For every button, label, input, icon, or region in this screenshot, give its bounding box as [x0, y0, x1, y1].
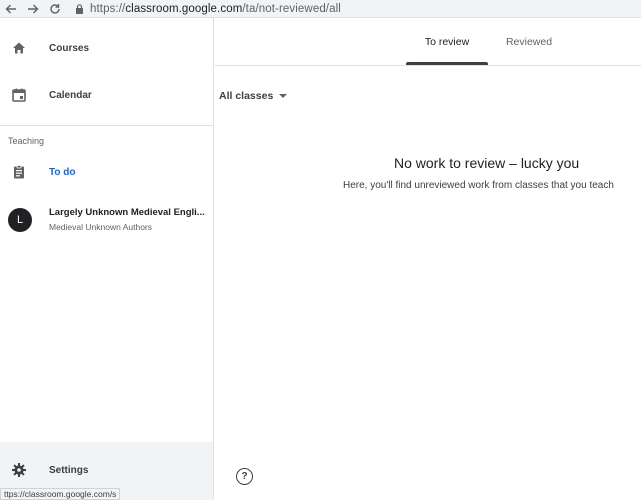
sidebar-item-label: Courses — [49, 42, 90, 54]
calendar-icon — [10, 86, 28, 104]
forward-button[interactable] — [22, 0, 44, 18]
status-bar-url: ttps://classroom.google.com/s — [0, 488, 121, 500]
gear-icon — [10, 461, 28, 479]
active-tab-indicator — [406, 62, 488, 65]
sidebar-item-todo[interactable]: To do — [0, 150, 213, 194]
sidebar-item-label: Calendar — [49, 89, 92, 101]
class-filter-dropdown[interactable]: All classes — [219, 87, 288, 105]
address-bar[interactable]: https://classroom.google.com/ta/not-revi… — [90, 3, 341, 15]
lock-icon — [72, 0, 86, 18]
url-scheme: https:// — [90, 2, 126, 15]
assignment-icon — [10, 163, 28, 181]
browser-toolbar: https://classroom.google.com/ta/not-revi… — [0, 0, 641, 18]
url-path: /ta/not-reviewed/all — [242, 2, 341, 15]
empty-state-title: No work to review – lucky you — [394, 155, 580, 171]
sidebar-item-label: Settings — [49, 464, 89, 476]
help-circle-icon: ? — [241, 471, 248, 482]
empty-state-subtitle: Here, you'll find unreviewed work from c… — [343, 180, 614, 191]
arrow-left-icon — [5, 4, 16, 13]
url-host: classroom.google.com — [125, 2, 243, 15]
arrow-right-icon — [28, 4, 39, 13]
section-heading-teaching: Teaching — [8, 136, 45, 146]
class-filter-label: All classes — [219, 90, 274, 102]
help-button[interactable]: ? — [236, 468, 253, 485]
back-button[interactable] — [0, 0, 22, 18]
class-subtitle: Medieval Unknown Authors — [49, 222, 153, 232]
reload-button[interactable] — [44, 0, 66, 18]
sidebar: Courses Calendar Teaching To do L Largel… — [0, 18, 214, 500]
sidebar-item-label: To do — [49, 166, 76, 178]
home-icon — [10, 39, 28, 57]
sidebar-divider — [0, 125, 213, 126]
sidebar-item-settings[interactable]: Settings — [0, 448, 213, 492]
tab-to-review[interactable]: To review — [406, 18, 488, 66]
sidebar-item-class[interactable]: L Largely Unknown Medieval Engli... Medi… — [0, 198, 213, 242]
sidebar-item-calendar[interactable]: Calendar — [0, 73, 213, 117]
tab-reviewed[interactable]: Reviewed — [491, 18, 567, 66]
caret-down-icon — [279, 94, 288, 98]
reload-icon — [50, 3, 60, 14]
class-title: Largely Unknown Medieval Engli... — [49, 207, 205, 218]
avatar: L — [8, 208, 32, 232]
tab-bar: To review Reviewed — [215, 18, 641, 66]
sidebar-item-courses[interactable]: Courses — [0, 26, 213, 70]
